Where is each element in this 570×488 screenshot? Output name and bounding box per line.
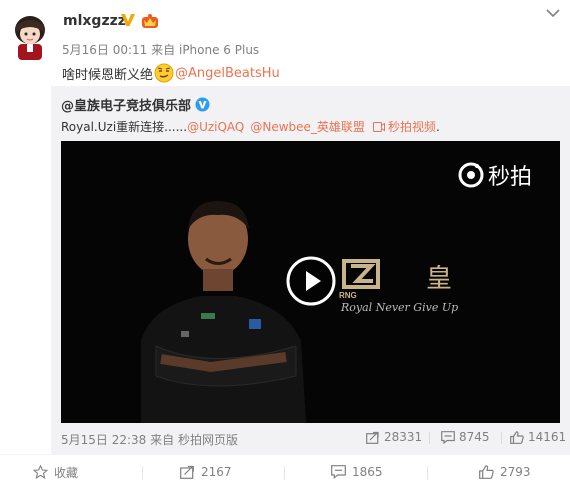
post-time[interactable]: 5月16日 00:11	[62, 43, 147, 57]
video-player[interactable]: RNG 皇 Royal Never Give Up 秒拍	[61, 141, 560, 423]
comment-icon	[441, 430, 455, 444]
post-text: 啥时候恩断义绝	[62, 67, 154, 83]
post-content: 啥时候恩断义绝 @AngelBeatsHu	[62, 63, 280, 83]
thumbs-up-icon	[510, 430, 524, 444]
repost-meta: 5月15日 22:38 来自 秒拍网页版	[61, 431, 238, 448]
mention-link[interactable]: @AngelBeatsHu	[175, 66, 280, 81]
comment-button[interactable]: 1865	[331, 455, 383, 488]
thumbs-up-icon	[479, 465, 494, 479]
repost-comment-count: 8745	[459, 430, 490, 444]
play-button-icon[interactable]	[286, 256, 336, 306]
repost-author[interactable]: @皇族电子竞技俱乐部	[61, 95, 210, 114]
repost-forward-stat[interactable]: 28331	[366, 430, 422, 444]
repost-text: Royal.Uzi重新连接...... @UziQAQ @Newbee_英雄联盟…	[61, 118, 440, 135]
repost-like-stat[interactable]: 14161	[510, 430, 566, 444]
post-meta: 5月16日 00:11 来自 iPhone 6 Plus	[62, 41, 259, 58]
like-button[interactable]: 2793	[479, 455, 531, 488]
forward-button[interactable]: 2167	[180, 455, 232, 488]
post-source[interactable]: iPhone 6 Plus	[179, 43, 259, 57]
verified-blue-badge-icon	[195, 97, 210, 112]
smirk-emoji-icon	[154, 63, 174, 83]
forward-icon	[180, 465, 194, 479]
forward-count: 2167	[201, 465, 232, 479]
source-prefix: 来自	[151, 43, 176, 57]
user-avatar[interactable]	[10, 12, 50, 60]
like-count: 2793	[500, 465, 531, 479]
favorite-label: 收藏	[54, 465, 79, 480]
repost-trail: .	[435, 119, 440, 134]
favorite-button[interactable]: 收藏	[33, 455, 78, 488]
repost-author-name[interactable]: @皇族电子竞技俱乐部	[61, 95, 191, 114]
action-bar: 收藏 2167 1865 2793	[0, 454, 570, 488]
watermark-text: 秒拍	[488, 165, 532, 190]
mention-uzi[interactable]: @UziQAQ	[187, 120, 244, 134]
comment-icon	[331, 465, 346, 479]
repost-box: @皇族电子竞技俱乐部 Royal.Uzi重新连接...... @UziQAQ @…	[51, 86, 570, 454]
repost-source[interactable]: 秒拍网页版	[178, 433, 238, 447]
repost-source-prefix: 来自	[150, 433, 175, 447]
mention-newbee[interactable]: @Newbee_英雄联盟	[250, 118, 365, 135]
weibo-post-card: mlxgzzz 5月16日 00:11 来自 iPhone 6 Plus 啥时候…	[0, 0, 570, 488]
verified-badge-icon	[121, 14, 135, 26]
comment-count: 1865	[352, 465, 383, 479]
vip-crown-icon[interactable]	[141, 13, 159, 29]
repost-body: Royal.Uzi重新连接......	[61, 120, 188, 134]
repost-forward-count: 28331	[384, 430, 423, 444]
video-link[interactable]: 秒拍视频	[388, 118, 436, 135]
repost-comment-stat[interactable]: 8745	[441, 430, 490, 444]
rng-slogan: Royal Never Give Up	[340, 301, 458, 314]
forward-icon	[366, 431, 379, 444]
repost-footer: 5月15日 22:38 来自 秒拍网页版 28331 8745 14161	[61, 430, 566, 448]
rng-mark: RNG	[339, 291, 357, 300]
rng-char: 皇	[426, 264, 452, 294]
chevron-down-icon[interactable]	[546, 8, 560, 18]
username[interactable]: mlxgzzz	[63, 13, 126, 29]
video-link-icon	[372, 121, 385, 132]
repost-time[interactable]: 5月15日 22:38	[61, 433, 146, 447]
star-icon	[33, 465, 48, 479]
repost-like-count: 14161	[528, 430, 567, 444]
